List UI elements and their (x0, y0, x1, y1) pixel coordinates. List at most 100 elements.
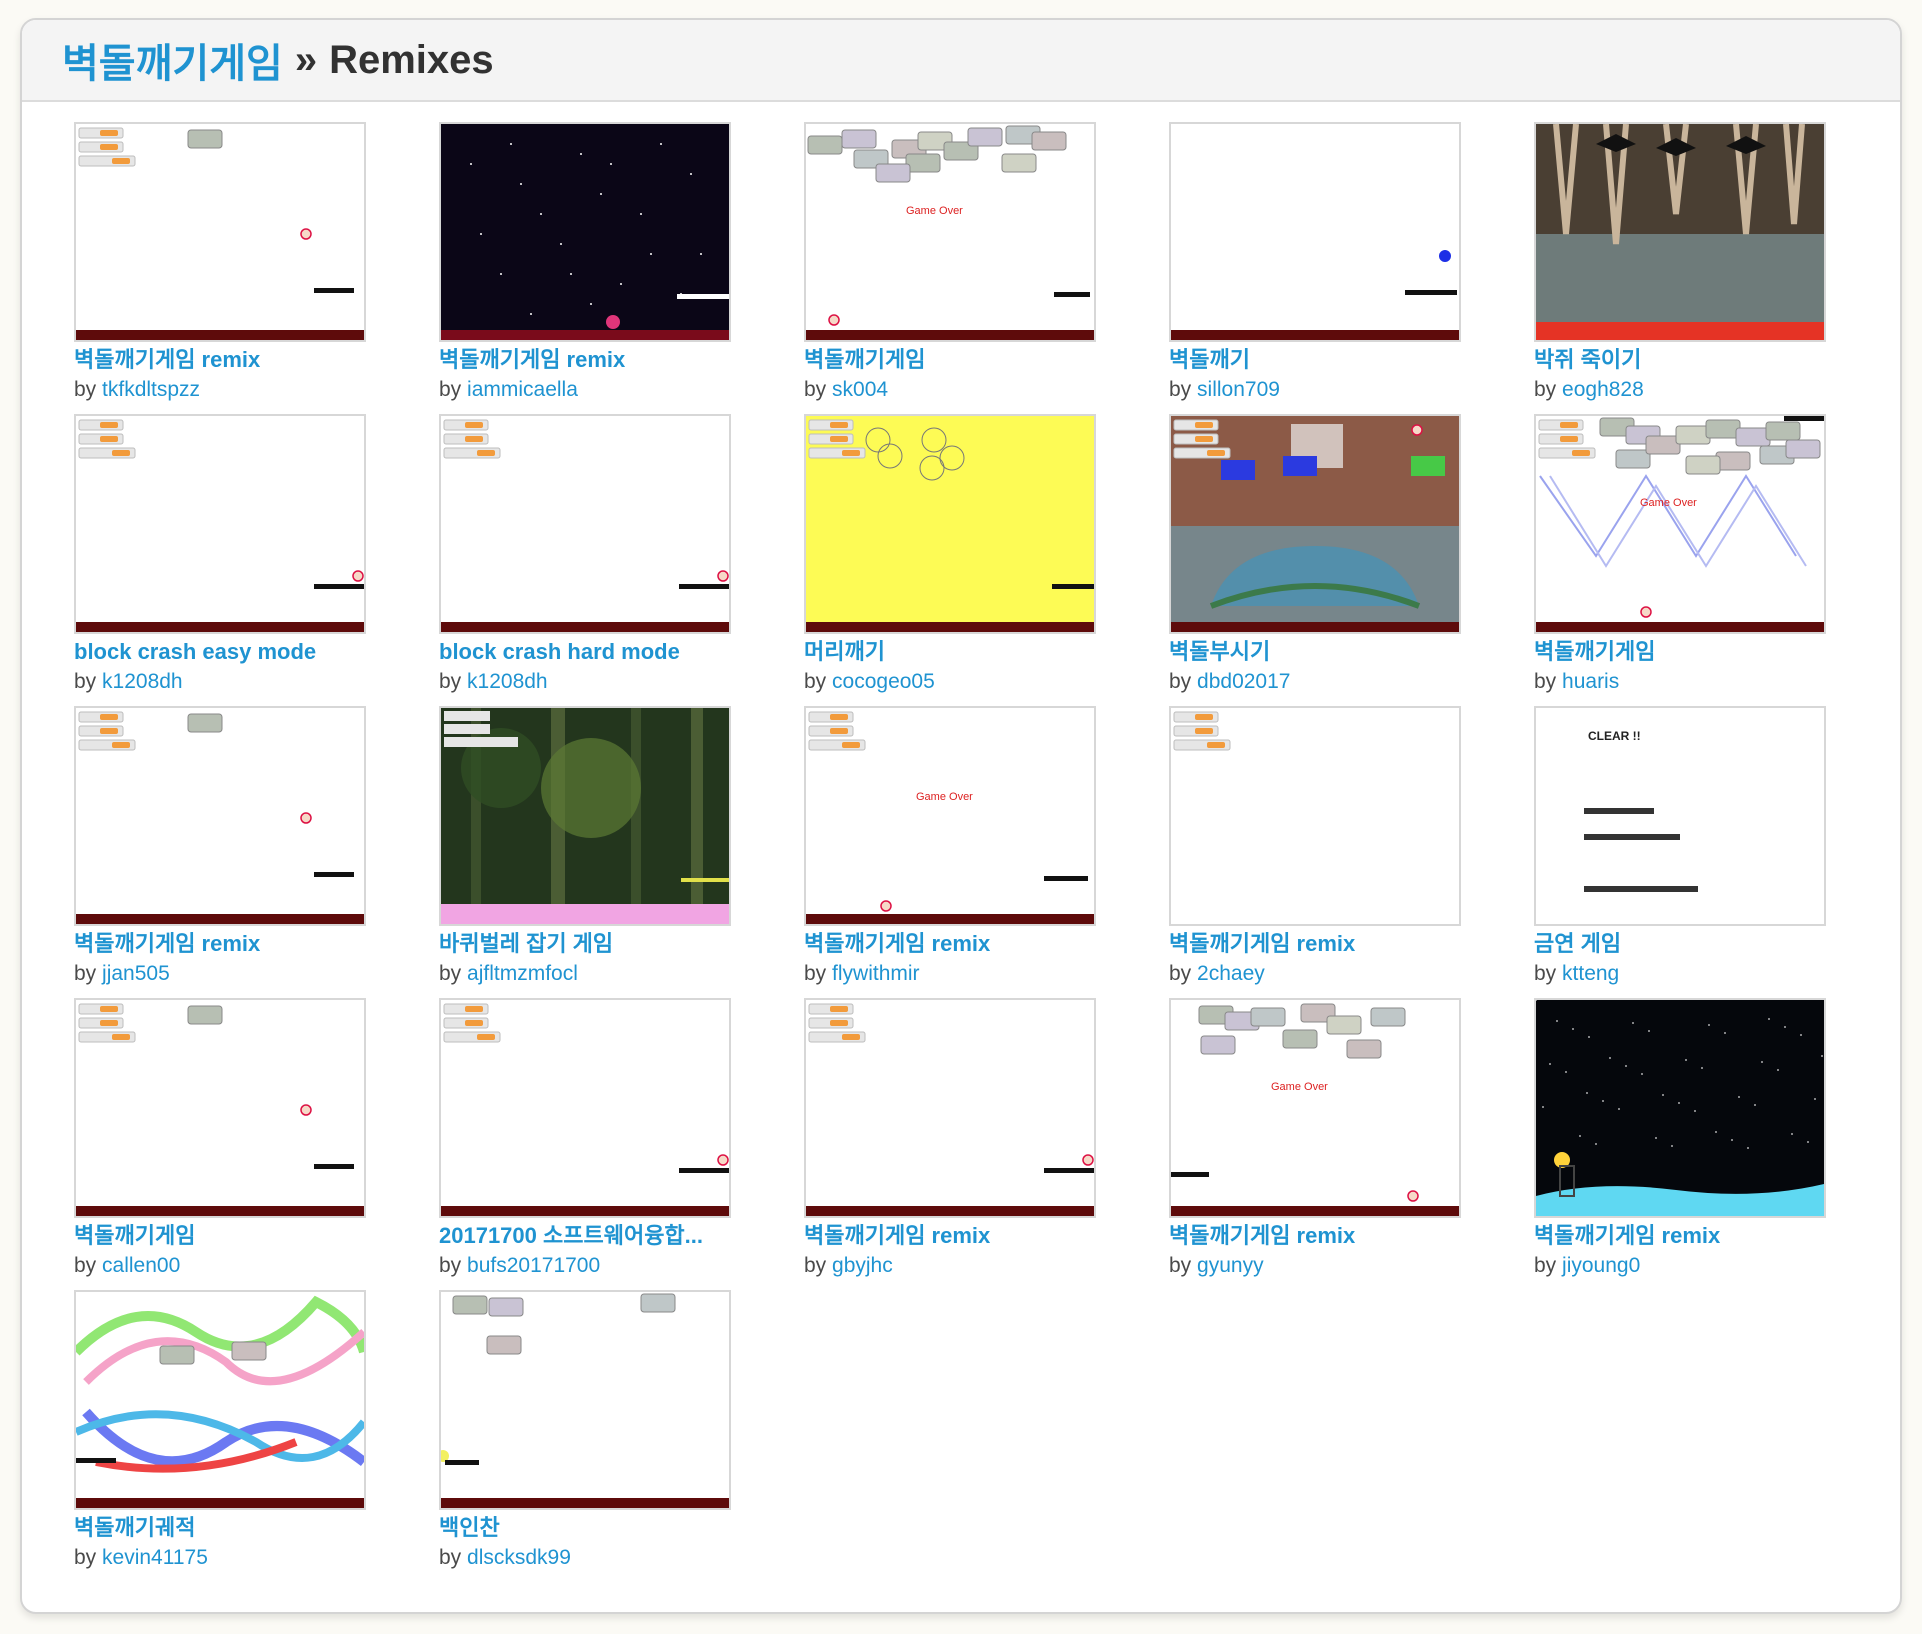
author-link[interactable]: eogh828 (1562, 378, 1644, 401)
remix-thumbnail-link[interactable] (74, 414, 366, 634)
thumbnail-image (1171, 250, 1459, 340)
remix-byline: by bufs20171700 (439, 1252, 731, 1280)
remix-thumbnail-link[interactable]: Game Over (1534, 414, 1826, 634)
byline-prefix: by (439, 962, 462, 985)
remix-title-link[interactable]: 벽돌깨기게임 remix (439, 346, 729, 374)
remix-title-link[interactable]: 벽돌깨기게임 (1534, 638, 1824, 666)
remix-title-link[interactable]: 벽돌깨기게임 remix (74, 930, 364, 958)
remix-title-link[interactable]: 벽돌깨기궤적 (74, 1514, 364, 1542)
author-link[interactable]: dlscksdk99 (467, 1546, 571, 1569)
remix-thumbnail-link[interactable] (1169, 706, 1461, 926)
remix-byline: by k1208dh (439, 668, 731, 696)
byline-prefix: by (1169, 378, 1192, 401)
remix-byline: by jjan505 (74, 960, 366, 988)
remix-title-link[interactable]: 20171700 소프트웨어융합... (439, 1222, 729, 1250)
remix-byline: by tkfkdltspzz (74, 376, 366, 404)
remix-thumbnail-link[interactable] (1169, 414, 1461, 634)
remix-title-link[interactable]: block crash easy mode (74, 638, 364, 666)
byline-prefix: by (804, 670, 827, 693)
thumbnail-image (441, 708, 729, 924)
remix-card: 벽돌깨기게임 by callen00 (74, 998, 366, 1280)
remix-card: 벽돌깨기게임 remix by tkfkdltspzz (74, 122, 366, 404)
author-link[interactable]: huaris (1562, 670, 1619, 693)
author-link[interactable]: tkfkdltspzz (102, 378, 200, 401)
author-link[interactable]: 2chaey (1197, 962, 1265, 985)
remix-thumbnail-link[interactable] (74, 122, 366, 342)
remix-thumbnail-link[interactable] (439, 998, 731, 1218)
remix-card: Game Over 벽돌깨기게임 remix by flywithmir (804, 706, 1096, 988)
thumbnail-image (806, 416, 1094, 632)
remix-card: block crash easy mode by k1208dh (74, 414, 366, 696)
remix-title-link[interactable]: 벽돌깨기게임 (74, 1222, 364, 1250)
remix-byline: by callen00 (74, 1252, 366, 1280)
author-link[interactable]: ktteng (1562, 962, 1619, 985)
author-link[interactable]: gbyjhc (832, 1254, 893, 1277)
remix-thumbnail-link[interactable] (439, 122, 731, 342)
author-link[interactable]: iammicaella (467, 378, 578, 401)
remix-thumbnail-link[interactable] (439, 706, 731, 926)
remix-thumbnail-link[interactable] (1534, 122, 1826, 342)
remix-title-link[interactable]: 벽돌깨기게임 remix (1534, 1222, 1824, 1250)
remix-thumbnail-link[interactable]: Game Over (804, 122, 1096, 342)
remix-card: 20171700 소프트웨어융합... by bufs20171700 (439, 998, 731, 1280)
remix-thumbnail-link[interactable] (804, 998, 1096, 1218)
author-link[interactable]: sk004 (832, 378, 888, 401)
remix-thumbnail-link[interactable] (439, 414, 731, 634)
author-link[interactable]: bufs20171700 (467, 1254, 600, 1277)
svg-text:Game Over: Game Over (906, 205, 963, 217)
remix-thumbnail-link[interactable] (74, 706, 366, 926)
remix-title-link[interactable]: 벽돌깨기게임 remix (804, 930, 1094, 958)
byline-prefix: by (74, 1254, 97, 1277)
remix-title-link[interactable]: 머리깨기 (804, 638, 1094, 666)
author-link[interactable]: jiyoung0 (1562, 1254, 1640, 1277)
remix-card: 머리깨기 by cocogeo05 (804, 414, 1096, 696)
author-link[interactable]: k1208dh (102, 670, 183, 693)
remix-byline: by k1208dh (74, 668, 366, 696)
remix-title-link[interactable]: 벽돌깨기게임 (804, 346, 1094, 374)
thumbnail-image (76, 419, 364, 632)
svg-text:CLEAR !!: CLEAR !! (1588, 729, 1641, 743)
remix-title-link[interactable]: 벽돌깨기게임 remix (1169, 930, 1459, 958)
remix-card: 벽돌깨기게임 remix by 2chaey (1169, 706, 1461, 988)
author-link[interactable]: k1208dh (467, 670, 548, 693)
thumbnail-image: CLEAR !! (1584, 729, 1698, 892)
remix-title-link[interactable]: 금연 게임 (1534, 930, 1824, 958)
remix-byline: by huaris (1534, 668, 1826, 696)
author-link[interactable]: jjan505 (102, 962, 170, 985)
remix-title-link[interactable]: 바퀴벌레 잡기 게임 (439, 930, 729, 958)
author-link[interactable]: gyunyy (1197, 1254, 1264, 1277)
remix-title-link[interactable]: 백인찬 (439, 1514, 729, 1542)
remix-title-link[interactable]: 박쥐 죽이기 (1534, 346, 1824, 374)
remix-card: 벽돌깨기게임 remix by gbyjhc (804, 998, 1096, 1280)
remix-thumbnail-link[interactable]: CLEAR !! (1534, 706, 1826, 926)
author-link[interactable]: dbd02017 (1197, 670, 1290, 693)
remix-byline: by ktteng (1534, 960, 1826, 988)
remix-thumbnail-link[interactable]: Game Over (804, 706, 1096, 926)
remix-title-link[interactable]: 벽돌깨기게임 remix (804, 1222, 1094, 1250)
author-link[interactable]: kevin41175 (102, 1546, 208, 1569)
remix-byline: by sk004 (804, 376, 1096, 404)
remix-thumbnail-link[interactable]: Game Over (1169, 998, 1461, 1218)
remix-thumbnail-link[interactable] (1534, 998, 1826, 1218)
remix-title-link[interactable]: 벽돌깨기 (1169, 346, 1459, 374)
remix-thumbnail-link[interactable] (804, 414, 1096, 634)
byline-prefix: by (1534, 1254, 1557, 1277)
author-link[interactable]: sillon709 (1197, 378, 1280, 401)
remix-thumbnail-link[interactable] (439, 1290, 731, 1510)
remix-card: 바퀴벌레 잡기 게임 by ajfltmzmfocl (439, 706, 731, 988)
author-link[interactable]: ajfltmzmfocl (467, 962, 578, 985)
remix-title-link[interactable]: 벽돌깨기게임 remix (1169, 1222, 1459, 1250)
author-link[interactable]: callen00 (102, 1254, 180, 1277)
remix-title-link[interactable]: 벽돌깨기게임 remix (74, 346, 364, 374)
remix-card: 박쥐 죽이기 by eogh828 (1534, 122, 1826, 404)
remix-title-link[interactable]: block crash hard mode (439, 638, 729, 666)
byline-prefix: by (439, 1546, 462, 1569)
remix-card: 벽돌깨기게임 remix by iammicaella (439, 122, 731, 404)
remix-thumbnail-link[interactable] (74, 1290, 366, 1510)
author-link[interactable]: cocogeo05 (832, 670, 935, 693)
remix-thumbnail-link[interactable] (74, 998, 366, 1218)
remix-thumbnail-link[interactable] (1169, 122, 1461, 342)
project-title-link[interactable]: 벽돌깨기게임 (62, 31, 283, 89)
author-link[interactable]: flywithmir (832, 962, 920, 985)
remix-title-link[interactable]: 벽돌부시기 (1169, 638, 1459, 666)
